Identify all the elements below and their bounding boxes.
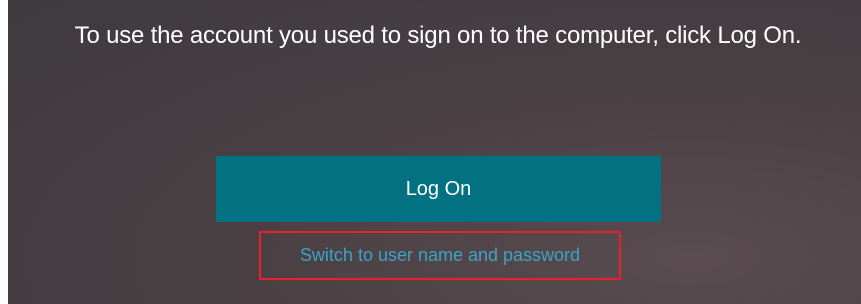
instruction-text: To use the account you used to sign on t… — [74, 22, 802, 49]
login-panel: To use the account you used to sign on t… — [8, 0, 861, 304]
switch-to-username-password-link[interactable]: Switch to user name and password — [259, 231, 621, 280]
log-on-button[interactable]: Log On — [216, 156, 661, 222]
